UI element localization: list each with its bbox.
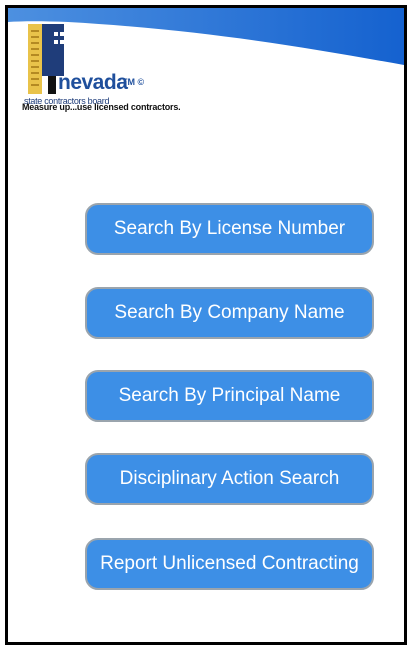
- app-screen: nevada TM © state contractors board Meas…: [5, 5, 407, 645]
- search-by-license-number-button[interactable]: Search By License Number: [85, 203, 374, 255]
- brand-tagline: Measure up...use licensed contractors.: [22, 102, 181, 112]
- brand-trademark: TM ©: [122, 77, 145, 87]
- brand-name: nevada: [58, 71, 128, 94]
- search-by-company-name-button[interactable]: Search By Company Name: [85, 287, 374, 339]
- report-unlicensed-contracting-button[interactable]: Report Unlicensed Contracting: [85, 538, 374, 590]
- search-by-principal-name-button[interactable]: Search By Principal Name: [85, 370, 374, 422]
- disciplinary-action-search-button[interactable]: Disciplinary Action Search: [85, 453, 374, 505]
